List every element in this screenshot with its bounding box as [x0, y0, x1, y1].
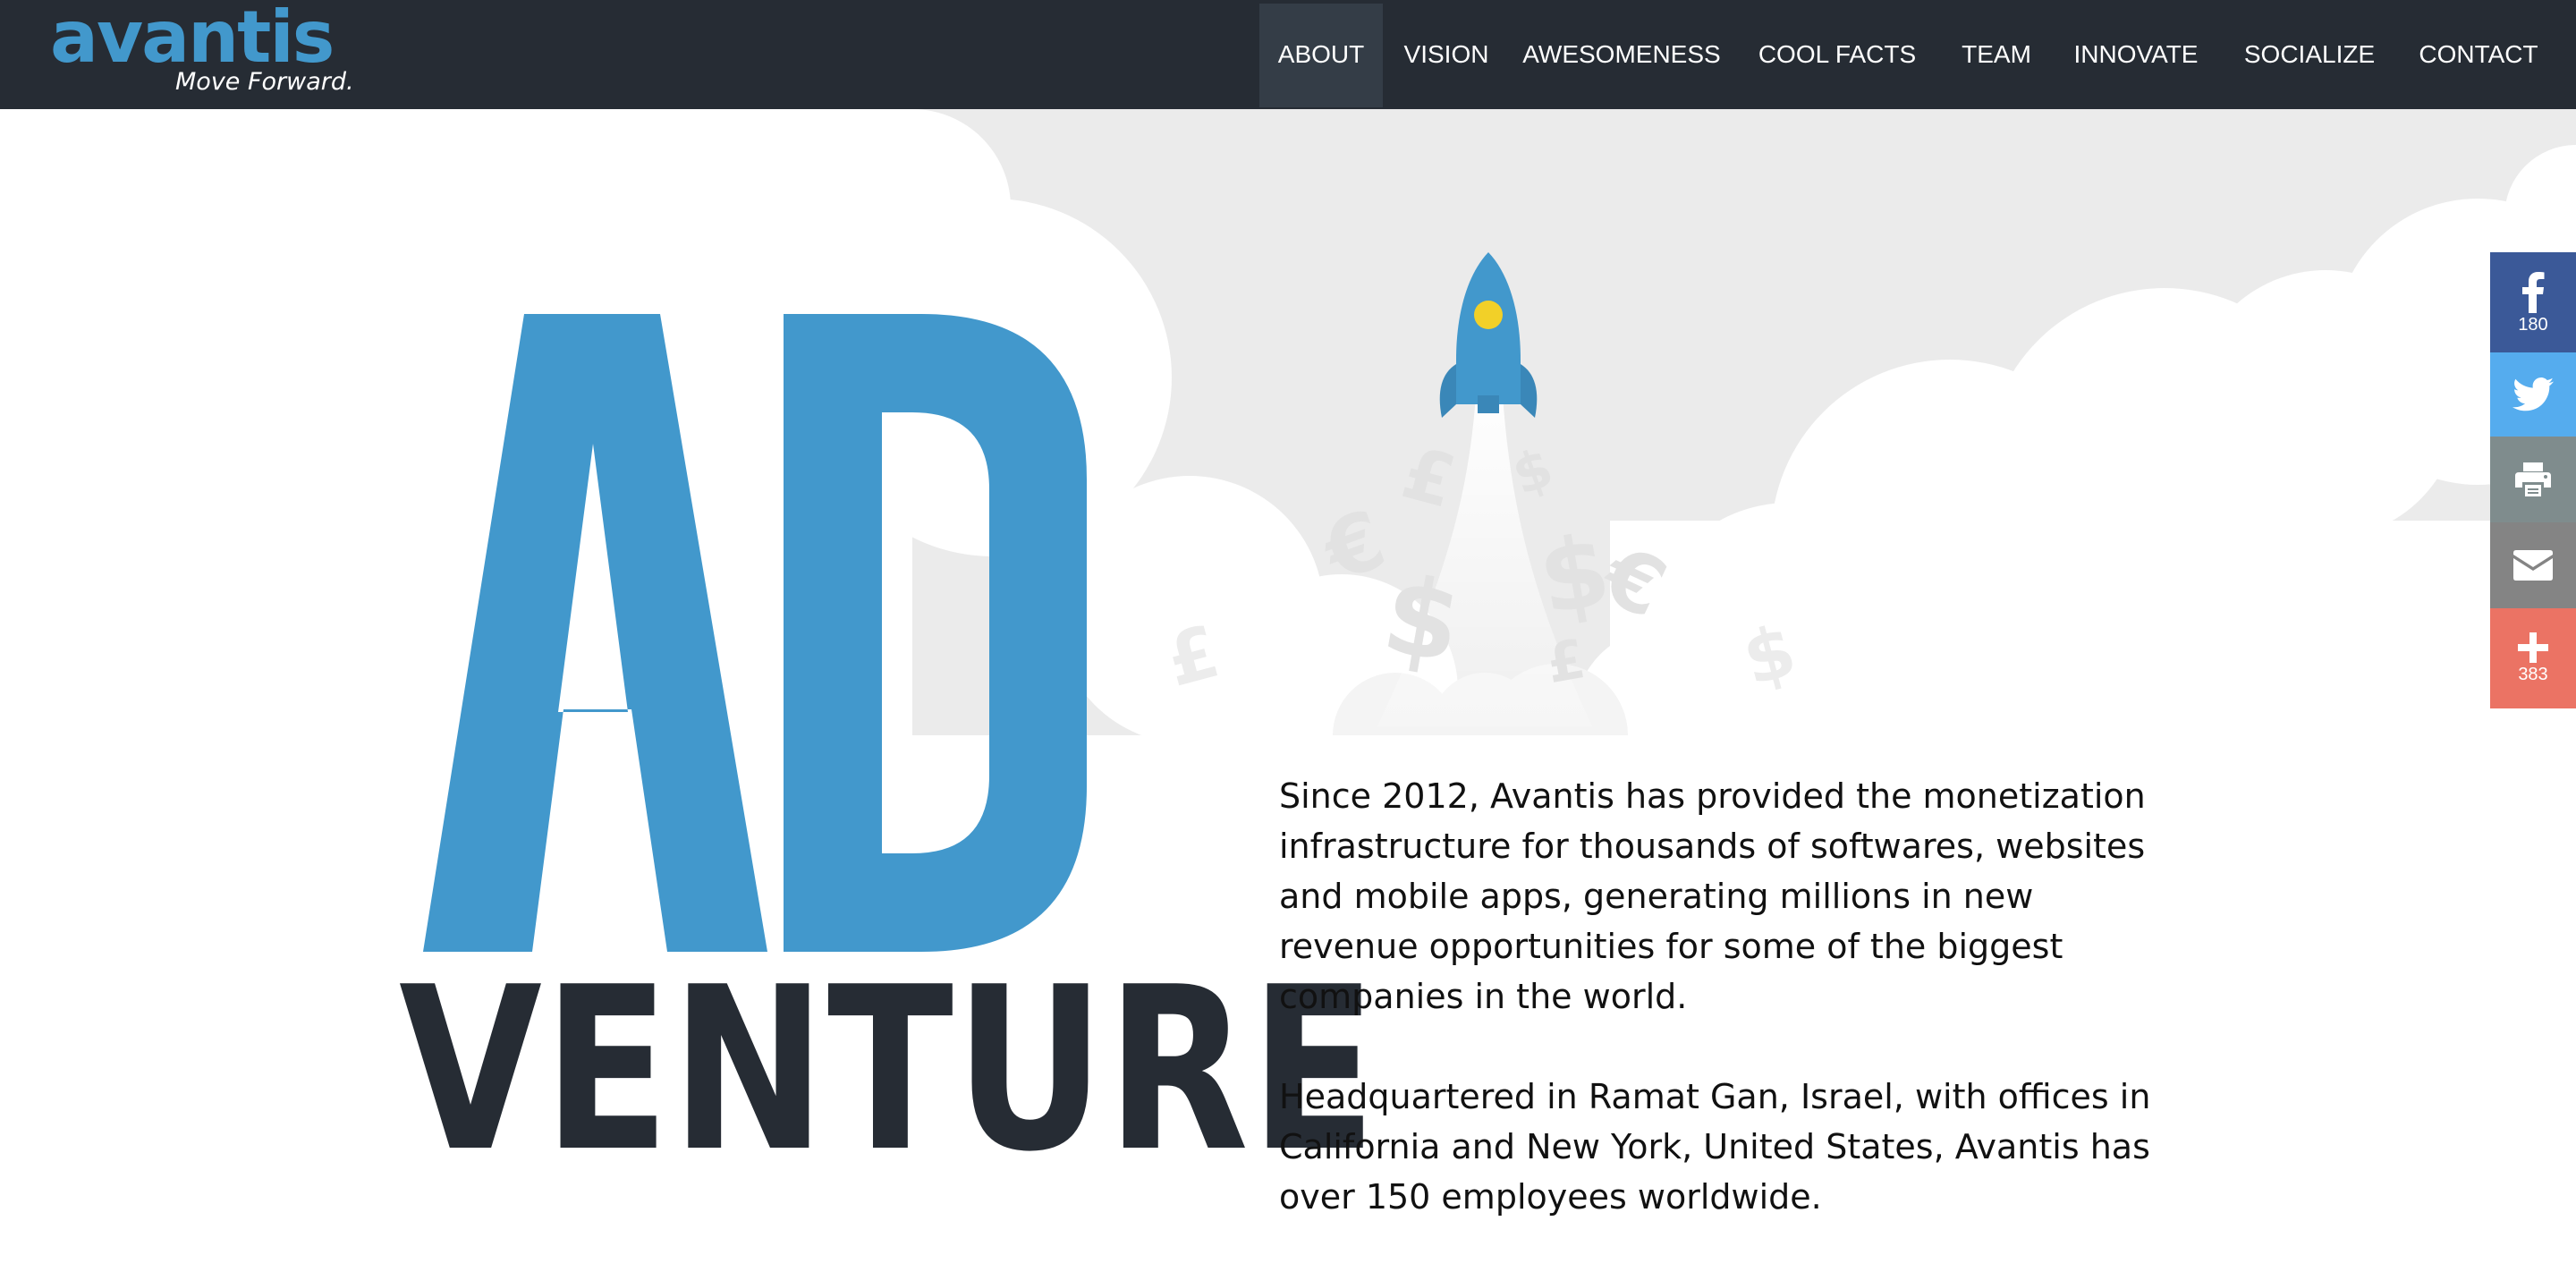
more-share-button[interactable]: 383: [2490, 608, 2576, 708]
about-paragraph-2: Headquartered in Ramat Gan, Israel, with…: [1279, 1077, 2151, 1217]
email-icon: [2513, 550, 2553, 581]
share-sidebar: 180 383: [2490, 252, 2576, 708]
headline-letter-a: [423, 314, 767, 952]
headline-letter-d: [784, 314, 1087, 952]
email-share-button[interactable]: [2490, 522, 2576, 608]
headline-venture: VENTURE: [399, 939, 1378, 1201]
headline-ad-graphic: AD: [423, 314, 1087, 952]
facebook-share-count: 180: [2518, 315, 2548, 335]
twitter-icon: [2512, 377, 2554, 411]
nav-item-socialize[interactable]: SOCIALIZE: [2220, 4, 2399, 107]
about-copy: Since 2012, Avantis has provided the mon…: [1279, 771, 2174, 1272]
facebook-icon: [2522, 272, 2545, 313]
logo-tagline: Move Forward.: [175, 68, 354, 96]
nav-item-cool-facts[interactable]: COOL FACTS: [1733, 4, 1941, 107]
avantis-logo[interactable]: avantis Move Forward.: [50, 2, 354, 102]
facebook-share-button[interactable]: 180: [2490, 252, 2576, 352]
nav-item-team[interactable]: TEAM: [1941, 4, 2052, 107]
about-paragraph-1: Since 2012, Avantis has provided the mon…: [1279, 776, 2146, 1016]
nav-item-awesomeness[interactable]: AWESOMENESS: [1510, 4, 1733, 107]
print-icon: [2515, 462, 2551, 496]
print-share-button[interactable]: [2490, 437, 2576, 522]
logo-wordmark: avantis: [50, 0, 335, 79]
nav-item-contact[interactable]: CONTACT: [2399, 4, 2558, 107]
nav-item-innovate[interactable]: INNOVATE: [2052, 4, 2220, 107]
top-navigation-bar: avantis Move Forward. ABOUT VISION AWESO…: [0, 0, 2576, 109]
twitter-share-button[interactable]: [2490, 352, 2576, 437]
nav-item-about[interactable]: ABOUT: [1259, 4, 1383, 107]
nav-item-vision[interactable]: VISION: [1383, 4, 1510, 107]
plus-icon: [2518, 632, 2548, 663]
more-share-count: 383: [2518, 665, 2548, 684]
